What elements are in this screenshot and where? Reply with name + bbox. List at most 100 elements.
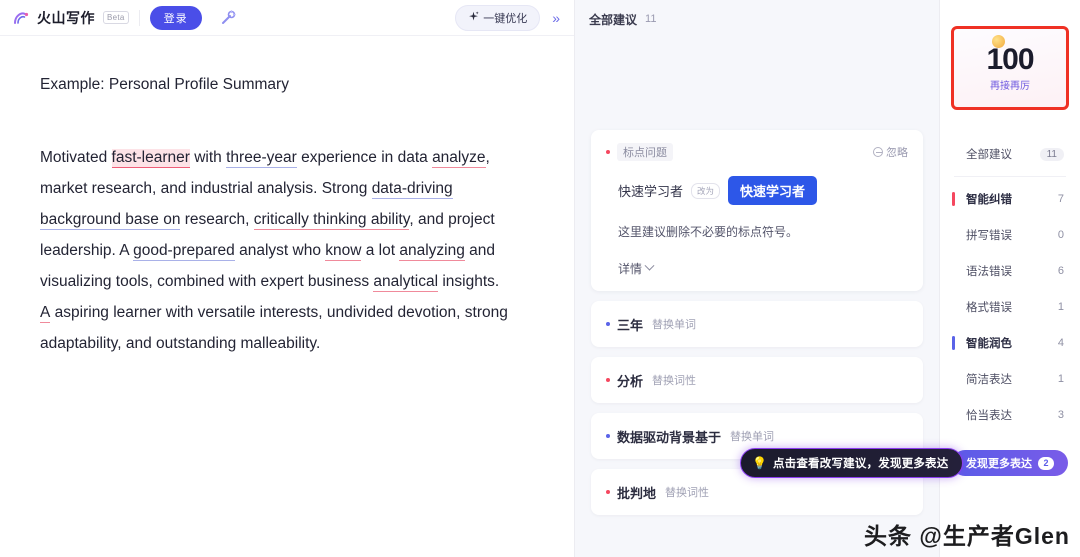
stat-count: 1 [1057,373,1064,385]
document-editor[interactable]: Example: Personal Profile Summary Motiva… [0,36,574,359]
one-click-optimize-button[interactable]: 一键优化 [455,4,541,31]
text-run: analyst who [234,242,326,259]
suggestion-category-tag: 标点问题 [617,143,673,161]
category-accent-bar [952,192,955,206]
suggestion-word: 三年 [617,317,644,333]
suggestion-mark-three-year[interactable]: three-year [226,149,297,168]
suggestion-mark-know[interactable]: know [325,242,362,261]
stat-item-0[interactable]: 全部建议 11 [940,136,1080,172]
magic-wand-icon[interactable] [216,6,240,30]
stat-label: 智能纠错 [966,194,1012,206]
stat-label: 拼写错误 [966,230,1012,242]
stat-count: 4 [1057,337,1064,349]
suggestion-card-active[interactable]: 标点问题 忽略 快速学习者 改为 快速学习者 这里建议删除不必要的标点符号。 详… [591,130,923,291]
stat-label: 全部建议 [966,149,1012,161]
stat-count: 0 [1057,229,1064,241]
stat-label: 简洁表达 [966,374,1012,386]
text-run: research, [180,211,254,228]
optimize-label: 一键优化 [483,12,528,25]
error-dot-icon [606,150,610,154]
more-count-badge: 2 [1038,456,1054,470]
stat-count: 7 [1057,193,1064,205]
stat-item-3[interactable]: 语法错误 6 [940,253,1080,289]
login-button[interactable]: 登录 [149,5,202,30]
suggestion-details-toggle[interactable]: 详情 [606,260,908,277]
suggestion-action-tag: 替换单词 [730,431,775,443]
stat-item-4[interactable]: 格式错误 1 [940,289,1080,325]
document-paragraph[interactable]: Motivated fast-learner with three-year e… [40,142,510,359]
ignore-button[interactable]: 忽略 [873,144,908,160]
score-value: 100 [982,42,1038,76]
suggestion-row[interactable]: 三年 替换单词 [591,301,923,347]
top-toolbar: 火山写作 Beta 登录 一键优化 » [0,0,574,36]
stat-label: 语法错误 [966,266,1012,278]
volcano-logo-icon [12,8,32,28]
suggestion-mark-a[interactable]: A [40,304,51,323]
stat-item-5[interactable]: 智能润色 4 [940,325,1080,361]
stat-item-2[interactable]: 拼写错误 0 [940,217,1080,253]
suggestions-list: 标点问题 忽略 快速学习者 改为 快速学习者 这里建议删除不必要的标点符号。 详… [575,30,939,515]
more-label: 发现更多表达 [966,458,1032,470]
tooltip-text: 点击查看改写建议，发现更多表达 [772,458,949,470]
stat-label: 恰当表达 [966,410,1012,422]
suggestion-dot-icon [606,434,610,438]
suggestion-mark-critically-thinking[interactable]: critically thinking ability [253,211,410,230]
text-run: experience in data [296,149,433,166]
original-word: 快速学习者 [618,184,684,199]
suggestion-dot-icon [606,322,610,326]
stat-count: 11 [1039,147,1064,161]
score-card: 100 再接再厉 [951,26,1069,110]
sparkle-icon [468,10,479,25]
suggestion-word: 批判地 [617,485,657,501]
rewrite-tooltip: 💡 点击查看改写建议，发现更多表达 [740,448,964,478]
text-run: with [189,149,227,166]
category-accent-bar [952,336,955,350]
score-caption-row: 再接再厉 [990,35,1030,92]
chevron-double-right-icon[interactable]: » [552,10,560,26]
smiley-icon [992,35,1005,48]
brand-name: 火山写作 [37,9,95,26]
suggestion-action-tag: 替换单词 [652,319,697,331]
suggestions-header-count: 11 [645,13,657,25]
suggestion-dot-icon [606,490,610,494]
apply-replacement-button[interactable]: 快速学习者 [728,176,818,205]
stats-divider [954,176,1066,177]
suggestions-header-title: 全部建议 [589,12,638,27]
ignore-label: 忽略 [886,147,908,159]
stat-count: 6 [1057,265,1064,277]
stats-list: 全部建议 11 智能纠错 7 拼写错误 0 语法错误 6 格式错误 1 智能润色 4 简洁表达 1 恰当表达… [940,136,1080,433]
change-to-pill: 改为 [691,182,721,199]
lightbulb-icon: 💡 [752,456,767,470]
text-run: Motivated [40,149,112,166]
suggestion-mark-analyzing[interactable]: analyzing [399,242,465,261]
details-label: 详情 [618,262,643,276]
suggestion-card-header: 标点问题 忽略 [606,143,908,161]
editor-pane: 火山写作 Beta 登录 一键优化 » Example: Personal Pr… [0,0,575,557]
stat-item-6[interactable]: 简洁表达 1 [940,361,1080,397]
suggestion-mark-fast-learner[interactable]: fast-learner [111,149,190,168]
suggestion-rows: 三年 替换单词 分析 替换词性 数据驱动背景基于 替换单词 批判地 替换词性 [591,301,923,515]
stat-label: 格式错误 [966,302,1012,314]
stat-item-1[interactable]: 智能纠错 7 [940,181,1080,217]
score-caption: 再接再厉 [990,80,1030,92]
watermark: 头条 @生产者Glen [864,523,1070,549]
suggestion-description: 这里建议删除不必要的标点符号。 [618,225,799,239]
suggestion-action-tag: 替换词性 [665,487,710,499]
discover-more-expressions-button[interactable]: 发现更多表达 2 [952,450,1068,476]
suggestion-mark-good-prepared[interactable]: good-prepared [133,242,235,261]
stat-label: 智能润色 [966,338,1012,350]
suggestions-pane: 全部建议 11 标点问题 忽略 快速学习者 改为 快速学习者 这里建议删除不必要… [575,0,964,557]
suggestion-mark-analytical[interactable]: analytical [373,273,439,292]
suggestion-dot-icon [606,378,610,382]
suggestions-header: 全部建议 11 [575,0,939,30]
suggestion-row[interactable]: 分析 替换词性 [591,357,923,403]
suggestion-mark-analyze[interactable]: analyze [432,149,486,168]
chevron-down-icon [644,260,655,271]
document-title: Example: Personal Profile Summary [40,76,289,93]
text-run: aspiring learner with versatile interest… [40,304,508,352]
stat-item-7[interactable]: 恰当表达 3 [940,397,1080,433]
suggestion-action-tag: 替换词性 [652,375,697,387]
text-run: insights. [438,273,500,290]
stat-count: 3 [1057,409,1064,421]
brand[interactable]: 火山写作 Beta [12,8,129,28]
